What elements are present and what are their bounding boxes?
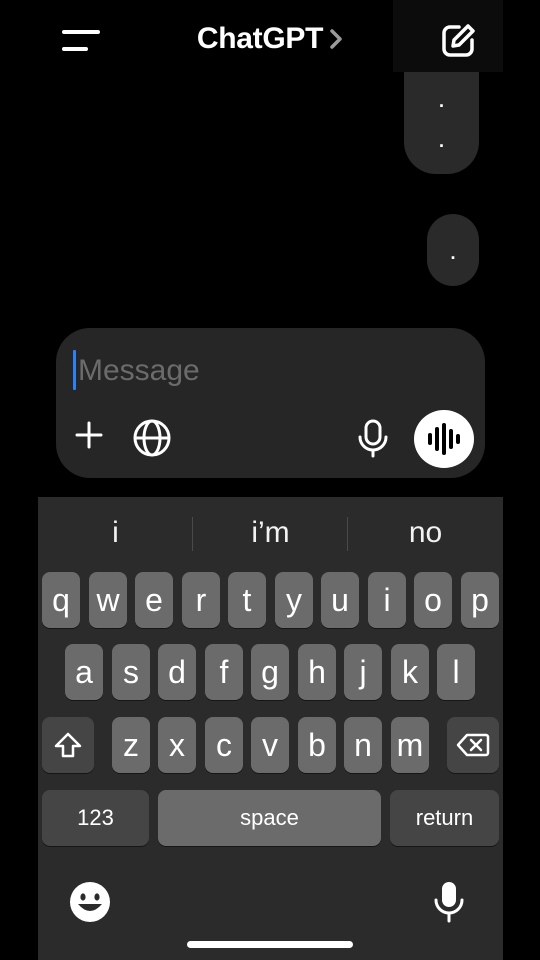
key-y[interactable]: y	[275, 572, 313, 628]
space-key[interactable]: space	[158, 790, 381, 846]
keyboard: i i’m no q w e r t y u i o p a s d f g h…	[38, 497, 503, 960]
key-r[interactable]: r	[182, 572, 220, 628]
dictate-button[interactable]	[356, 419, 390, 464]
key-v[interactable]: v	[251, 717, 289, 773]
page-title: ChatGPT	[196, 22, 324, 55]
voice-waveform-icon	[428, 423, 460, 455]
key-b[interactable]: b	[298, 717, 336, 773]
message-input[interactable]	[70, 350, 458, 392]
new-chat-button[interactable]	[393, 0, 503, 72]
message-composer	[56, 328, 485, 478]
shift-key[interactable]	[42, 717, 94, 773]
key-e[interactable]: e	[135, 572, 173, 628]
key-h[interactable]: h	[298, 644, 336, 700]
message-text: .	[438, 91, 444, 111]
key-u[interactable]: u	[321, 572, 359, 628]
attach-button[interactable]	[74, 420, 104, 455]
suggestion-item[interactable]: i’m	[193, 507, 348, 559]
model-selector[interactable]: ChatGPT	[197, 22, 343, 56]
key-g[interactable]: g	[251, 644, 289, 700]
suggestion-item[interactable]: no	[348, 507, 503, 559]
key-q[interactable]: q	[42, 572, 80, 628]
chevron-right-icon	[330, 29, 342, 49]
key-o[interactable]: o	[414, 572, 452, 628]
key-k[interactable]: k	[391, 644, 429, 700]
message-bubble: .	[427, 214, 479, 286]
key-p[interactable]: p	[461, 572, 499, 628]
key-z[interactable]: z	[112, 717, 150, 773]
key-f[interactable]: f	[205, 644, 243, 700]
dictation-button[interactable]	[432, 880, 466, 929]
key-c[interactable]: c	[205, 717, 243, 773]
edit-icon	[442, 24, 475, 57]
home-indicator[interactable]	[187, 941, 353, 948]
key-t[interactable]: t	[228, 572, 266, 628]
key-m[interactable]: m	[391, 717, 429, 773]
message-bubble: . .	[404, 72, 479, 174]
return-key[interactable]: return	[390, 790, 499, 846]
backspace-icon	[456, 733, 490, 757]
key-a[interactable]: a	[65, 644, 103, 700]
message-text: .	[438, 131, 444, 151]
key-d[interactable]: d	[158, 644, 196, 700]
delete-key[interactable]	[447, 717, 499, 773]
key-s[interactable]: s	[112, 644, 150, 700]
top-bar: ChatGPT	[0, 0, 540, 80]
microphone-icon	[358, 419, 388, 458]
shift-icon	[54, 732, 82, 758]
key-x[interactable]: x	[158, 717, 196, 773]
emoji-icon	[70, 882, 110, 922]
plus-icon	[75, 421, 103, 449]
microphone-icon	[434, 882, 464, 923]
emoji-button[interactable]	[68, 880, 112, 929]
numbers-key[interactable]: 123	[42, 790, 149, 846]
key-j[interactable]: j	[344, 644, 382, 700]
key-w[interactable]: w	[89, 572, 127, 628]
key-n[interactable]: n	[344, 717, 382, 773]
suggestion-bar: i i’m no	[38, 507, 503, 559]
voice-mode-button[interactable]	[414, 410, 474, 468]
suggestion-item[interactable]: i	[38, 507, 193, 559]
message-text: .	[450, 243, 456, 263]
key-l[interactable]: l	[437, 644, 475, 700]
globe-icon	[133, 419, 171, 457]
web-search-button[interactable]	[132, 418, 172, 463]
key-i[interactable]: i	[368, 572, 406, 628]
